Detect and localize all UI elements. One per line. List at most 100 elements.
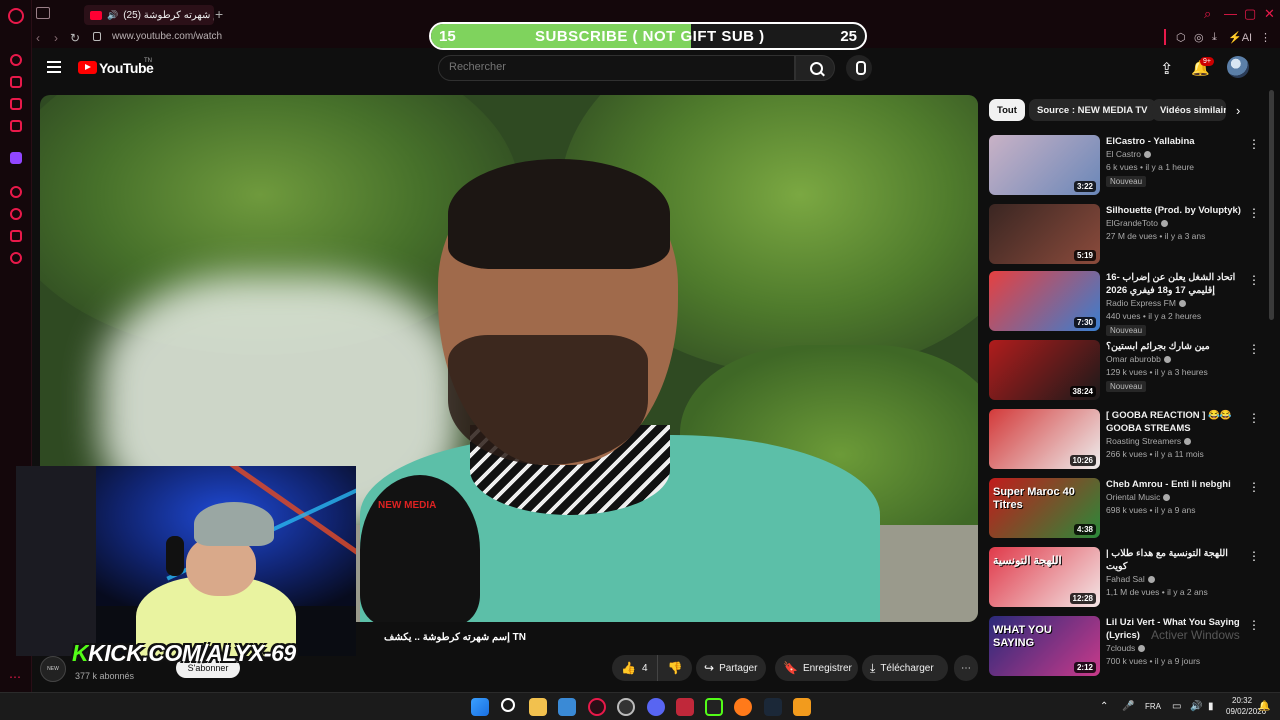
- audio-icon[interactable]: 🔊: [107, 10, 118, 21]
- recommendation-item[interactable]: Super Maroc 40 Titres 4:38 Cheb Amrou - En…: [989, 478, 1260, 540]
- recommendation-channel[interactable]: Oriental Music: [1106, 492, 1171, 502]
- recommendation-thumbnail[interactable]: 7:30: [989, 271, 1100, 331]
- recommendation-item[interactable]: WHAT YOU SAYING 2:12 Lil Uzi Vert - What Y…: [989, 616, 1260, 678]
- recommendation-thumbnail[interactable]: Super Maroc 40 Titres 4:38: [989, 478, 1100, 538]
- download-manager-icon[interactable]: ⤓: [1212, 31, 1217, 44]
- more-options-icon[interactable]: ⋮: [1248, 411, 1260, 425]
- hamburger-menu-icon[interactable]: [47, 61, 61, 73]
- more-actions-button[interactable]: ⋯: [954, 655, 978, 681]
- chip-all[interactable]: Tout: [989, 99, 1025, 121]
- illustrator-icon[interactable]: [793, 698, 811, 716]
- menu-icon[interactable]: ⋮: [1260, 31, 1271, 44]
- recommendation-thumbnail[interactable]: 38:24: [989, 340, 1100, 400]
- recommendation-thumbnail[interactable]: 10:26: [989, 409, 1100, 469]
- extensions-icon[interactable]: [10, 230, 22, 242]
- extension-icon[interactable]: ⬡: [1176, 31, 1186, 44]
- recommendation-title[interactable]: 16- اتحاد الشغل يعلن عن إضراب إقليمي 17 …: [1106, 271, 1244, 297]
- recommendation-item[interactable]: 3:22 ElCastro - Yallabina El Castro 6 k vue…: [989, 135, 1260, 197]
- recommendation-title[interactable]: Silhouette (Prod. by Voluptyk): [1106, 204, 1244, 217]
- youtube-logo-icon[interactable]: [78, 61, 97, 74]
- recommendation-channel[interactable]: Fahad Sal: [1106, 574, 1155, 584]
- back-icon[interactable]: ‹: [36, 31, 40, 45]
- recommendation-thumbnail[interactable]: 3:22: [989, 135, 1100, 195]
- recommendation-title[interactable]: Cheb Amrou - Enti li nebghi: [1106, 478, 1244, 491]
- recommendation-channel[interactable]: 7clouds: [1106, 643, 1146, 653]
- search-button[interactable]: [795, 55, 835, 81]
- recommendation-item[interactable]: 5:19 Silhouette (Prod. by Voluptyk) ElGran…: [989, 204, 1260, 266]
- recommendation-channel[interactable]: El Castro: [1106, 149, 1151, 159]
- scrollbar[interactable]: [1269, 90, 1274, 320]
- obs-icon[interactable]: [617, 698, 635, 716]
- opera-logo-icon[interactable]: [8, 8, 24, 24]
- chevron-right-icon[interactable]: ›: [1236, 103, 1240, 118]
- more-options-icon[interactable]: ⋮: [1248, 137, 1260, 151]
- file-explorer-icon[interactable]: [529, 698, 547, 716]
- microphone-icon[interactable]: 🎤: [1122, 701, 1134, 712]
- recommendation-title[interactable]: مين شارك بجرائم ابستين؟: [1106, 340, 1244, 353]
- recommendation-title[interactable]: [ GOOBA REACTION ] 😂😂 GOOBA STREAMS HIGH…: [1106, 409, 1244, 437]
- twitter-icon[interactable]: [10, 76, 22, 88]
- search-app-icon[interactable]: [734, 698, 752, 716]
- recommendation-channel[interactable]: Radio Express FM: [1106, 298, 1186, 308]
- store-icon[interactable]: [558, 698, 576, 716]
- more-options-icon[interactable]: ⋮: [1248, 342, 1260, 356]
- discord-icon[interactable]: [647, 698, 665, 716]
- recommendation-thumbnail[interactable]: 5:19: [989, 204, 1100, 264]
- more-options-icon[interactable]: ⋮: [1248, 618, 1260, 632]
- more-options-icon[interactable]: ⋮: [1248, 206, 1260, 220]
- app-icon[interactable]: [676, 698, 694, 716]
- battery-icon[interactable]: ▮: [1208, 701, 1214, 712]
- upload-icon[interactable]: ⇪: [1160, 59, 1173, 79]
- more-options-icon[interactable]: ⋮: [1248, 273, 1260, 287]
- voice-search-button[interactable]: [846, 55, 872, 81]
- messenger-icon[interactable]: [10, 98, 22, 110]
- recommendation-item[interactable]: 7:30 16- اتحاد الشغل يعلن عن إضراب إقليمي…: [989, 271, 1260, 336]
- tab-youtube[interactable]: 🔊 (25) إسم شهرته كرطوشة: [84, 5, 214, 25]
- forward-icon[interactable]: ›: [54, 31, 58, 45]
- steam-icon[interactable]: [764, 698, 782, 716]
- recommendation-channel[interactable]: Omar aburobb: [1106, 354, 1171, 364]
- channel-avatar[interactable]: NEW: [40, 656, 66, 682]
- lock-icon[interactable]: [93, 32, 101, 41]
- more-options-icon[interactable]: ⋮: [1248, 549, 1260, 563]
- recommendation-title[interactable]: ElCastro - Yallabina: [1106, 135, 1244, 148]
- close-icon[interactable]: ✕: [1264, 6, 1275, 22]
- share-button[interactable]: ↪ Partager: [696, 655, 766, 681]
- save-button[interactable]: 🔖 Enregistrer: [775, 655, 858, 681]
- minimize-icon[interactable]: —: [1224, 6, 1237, 21]
- tab-island-icon[interactable]: [36, 7, 50, 19]
- more-options-icon[interactable]: ⋮: [1248, 480, 1260, 494]
- recommendation-thumbnail[interactable]: اللهجة التونسية 12:28: [989, 547, 1100, 607]
- recommendation-item[interactable]: 38:24 مين شارك بجرائم ابستين؟ Omar aburobb…: [989, 340, 1260, 402]
- kick-icon[interactable]: [705, 698, 723, 716]
- more-icon[interactable]: ⋯: [9, 670, 21, 684]
- language-indicator[interactable]: FRA: [1145, 702, 1161, 711]
- dislike-button[interactable]: 👎: [658, 655, 692, 681]
- opera-gx-icon[interactable]: [588, 698, 606, 716]
- url-field[interactable]: www.youtube.com/watch: [112, 31, 222, 42]
- network-icon[interactable]: ▭: [1172, 701, 1181, 712]
- player-icon[interactable]: [10, 120, 22, 132]
- snapshot-icon[interactable]: ◎: [1194, 31, 1204, 44]
- new-tab-button[interactable]: +: [215, 6, 223, 22]
- settings-icon[interactable]: [10, 252, 22, 264]
- download-button[interactable]: ⤓ Télécharger: [862, 655, 948, 681]
- chevron-up-icon[interactable]: ⌃: [1100, 701, 1108, 712]
- history-icon[interactable]: [10, 208, 22, 220]
- twitch-icon[interactable]: [10, 152, 22, 164]
- maximize-icon[interactable]: ▢: [1244, 6, 1256, 22]
- aria-icon[interactable]: ⚡AI: [1228, 31, 1252, 44]
- search-icon[interactable]: [501, 698, 515, 712]
- volume-icon[interactable]: 🔊: [1190, 701, 1202, 712]
- account-avatar[interactable]: [1227, 56, 1249, 78]
- chip-similar[interactable]: Vidéos similaires: [1152, 99, 1226, 121]
- like-button[interactable]: 👍 4: [612, 655, 658, 681]
- search-tabs-icon[interactable]: ⌕: [1204, 6, 1211, 22]
- recommendation-channel[interactable]: Roasting Streamers: [1106, 436, 1192, 446]
- recommendation-thumbnail[interactable]: WHAT YOU SAYING 2:12: [989, 616, 1100, 676]
- start-icon[interactable]: [471, 698, 489, 716]
- gx-control-icon[interactable]: [10, 54, 22, 66]
- recommendation-title[interactable]: اللهجة التونسية مع هداء طلاب | كويت: [1106, 547, 1244, 573]
- clock-time[interactable]: 20:32: [1232, 696, 1252, 705]
- search-input[interactable]: [449, 61, 779, 73]
